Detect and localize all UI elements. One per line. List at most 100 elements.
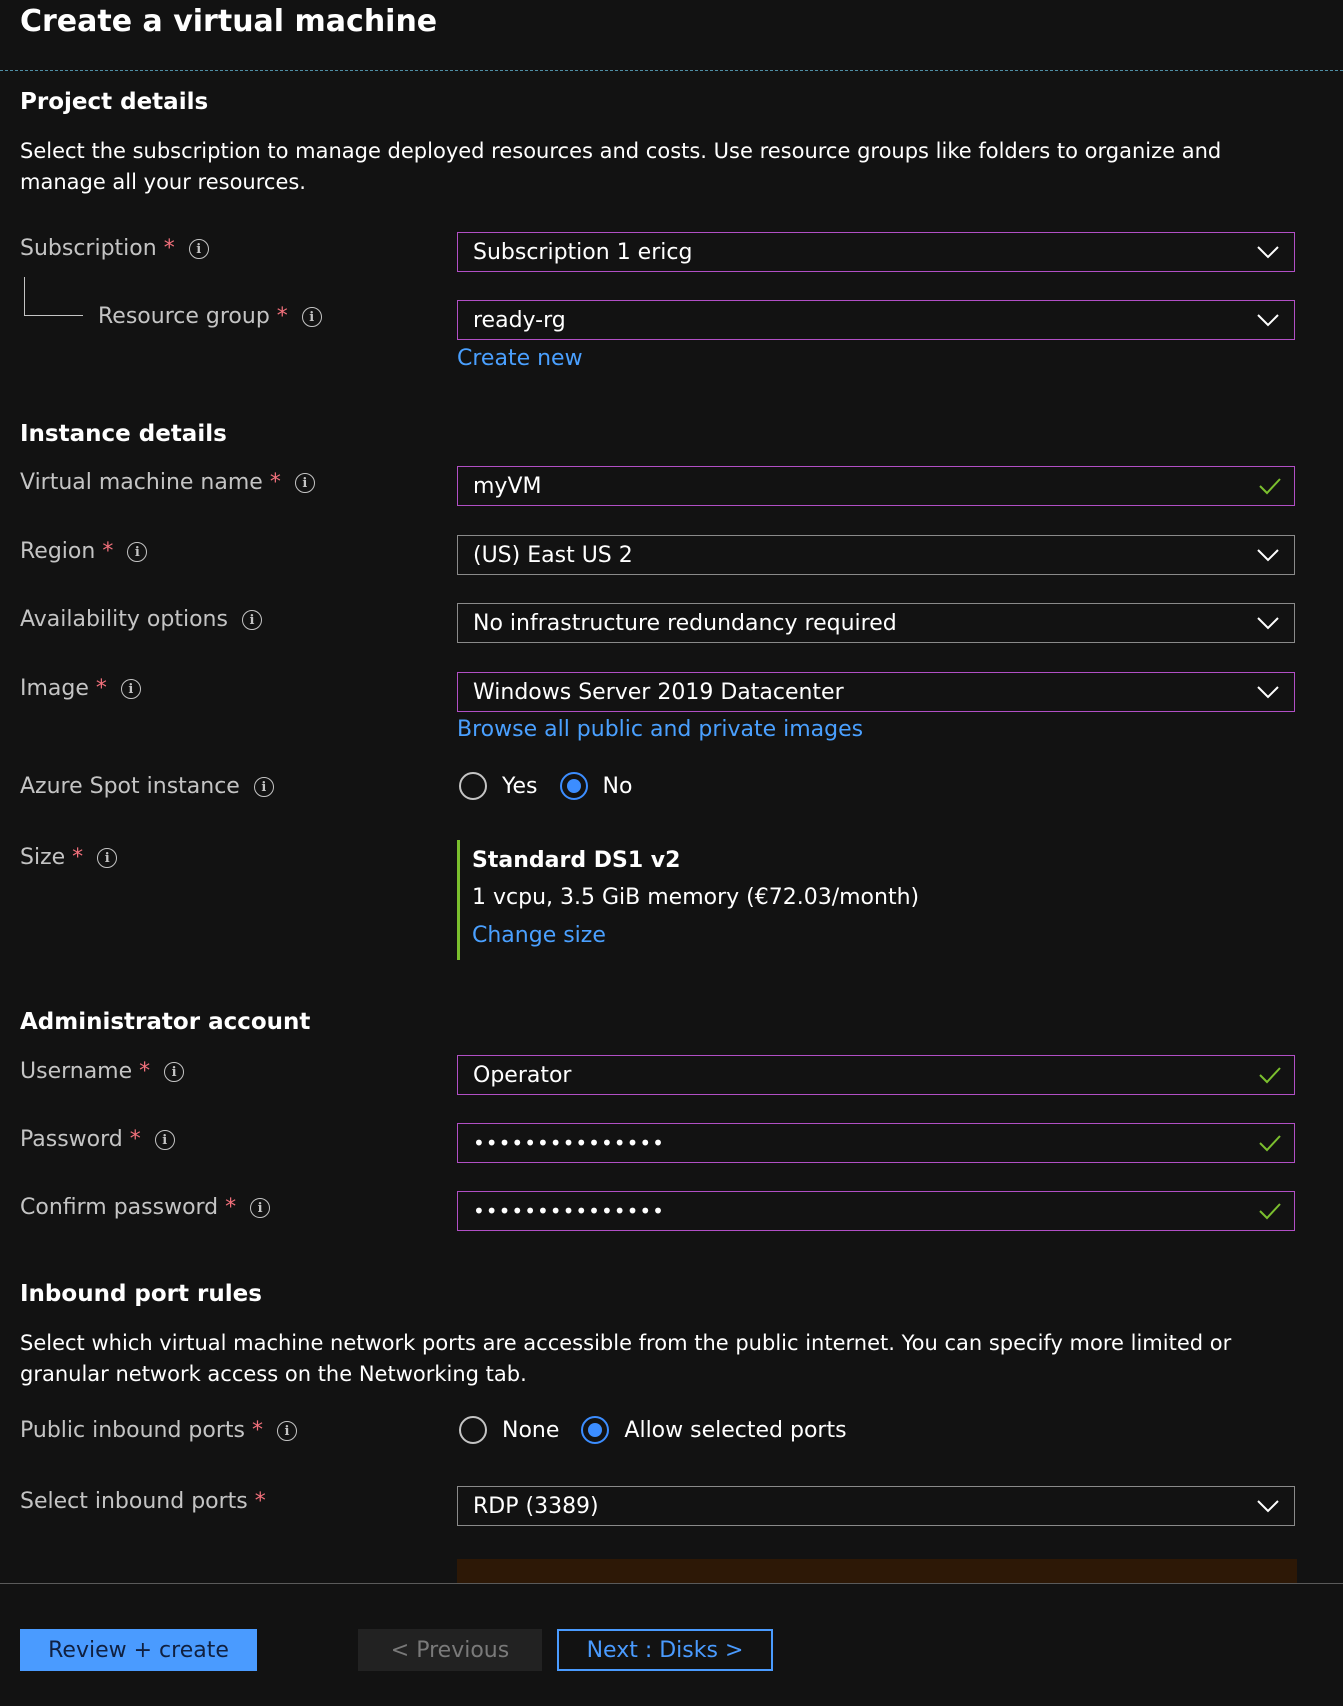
spot-instance-radio-group: Yes No <box>459 772 654 800</box>
image-label: Image * i <box>20 674 141 704</box>
spot-yes-radio[interactable] <box>459 772 487 800</box>
size-label-text: Size <box>20 845 66 870</box>
public-inbound-ports-radio-group: None Allow selected ports <box>459 1416 869 1444</box>
username-label: Username * i <box>20 1057 185 1087</box>
checkmark-icon <box>1256 1055 1284 1095</box>
availability-value: No infrastructure redundancy required <box>473 610 897 636</box>
username-input[interactable]: Operator <box>457 1055 1295 1095</box>
subscription-value: Subscription 1 ericg <box>473 239 693 265</box>
required-marker: * <box>139 1059 151 1084</box>
administrator-account-heading: Administrator account <box>20 1009 311 1035</box>
chevron-down-icon <box>1254 603 1282 643</box>
required-marker: * <box>129 1127 141 1152</box>
change-size-link[interactable]: Change size <box>472 921 606 951</box>
vm-name-label: Virtual machine name * i <box>20 468 315 498</box>
image-select[interactable]: Windows Server 2019 Datacenter <box>457 672 1295 712</box>
required-marker: * <box>95 676 107 701</box>
vm-name-label-text: Virtual machine name <box>20 470 263 495</box>
instance-details-heading: Instance details <box>20 421 227 447</box>
spot-yes-label: Yes <box>502 773 538 799</box>
resource-group-value: ready-rg <box>473 307 566 333</box>
info-icon[interactable]: i <box>241 610 262 630</box>
confirm-password-label: Confirm password * i <box>20 1193 271 1223</box>
ports-allow-radio[interactable] <box>581 1416 610 1444</box>
size-accent-bar <box>457 840 460 960</box>
spot-instance-label: Azure Spot instance i <box>20 772 274 802</box>
username-label-text: Username <box>20 1059 133 1084</box>
info-icon[interactable]: i <box>250 1198 271 1218</box>
region-label: Region * i <box>20 537 148 567</box>
subscription-label: Subscription * i <box>20 234 209 264</box>
previous-button[interactable]: < Previous <box>358 1629 542 1671</box>
create-new-link[interactable]: Create new <box>457 344 583 374</box>
info-icon[interactable]: i <box>120 679 141 699</box>
ports-none-radio[interactable] <box>459 1416 487 1444</box>
select-inbound-ports-label-text: Select inbound ports <box>20 1489 248 1514</box>
info-icon[interactable]: i <box>294 473 315 493</box>
info-icon[interactable]: i <box>164 1062 185 1082</box>
required-marker: * <box>254 1489 266 1514</box>
checkmark-icon <box>1256 1191 1284 1231</box>
confirm-password-value: ••••••••••••••• <box>473 1199 665 1223</box>
username-value: Operator <box>473 1062 572 1088</box>
next-disks-button[interactable]: Next : Disks > <box>557 1629 773 1671</box>
required-marker: * <box>163 236 175 261</box>
page-title: Create a virtual machine <box>20 4 438 39</box>
info-icon[interactable]: i <box>276 1421 297 1441</box>
size-label: Size * i <box>20 843 118 873</box>
spot-no-radio[interactable] <box>559 772 588 800</box>
info-icon[interactable]: i <box>301 307 322 327</box>
availability-select[interactable]: No infrastructure redundancy required <box>457 603 1295 643</box>
password-value: ••••••••••••••• <box>473 1131 665 1155</box>
checkmark-icon <box>1256 1123 1284 1163</box>
info-icon[interactable]: i <box>188 239 209 259</box>
info-icon[interactable]: i <box>127 542 148 562</box>
image-label-text: Image <box>20 676 89 701</box>
chevron-down-icon <box>1254 672 1282 712</box>
region-select[interactable]: (US) East US 2 <box>457 535 1295 575</box>
project-details-description: Select the subscription to manage deploy… <box>20 139 1222 194</box>
spot-no-label: No <box>602 773 633 799</box>
confirm-password-input[interactable]: ••••••••••••••• <box>457 1191 1295 1231</box>
ports-allow-label: Allow selected ports <box>624 1417 847 1443</box>
image-value: Windows Server 2019 Datacenter <box>473 679 844 705</box>
checkmark-icon <box>1256 466 1284 506</box>
password-label: Password * i <box>20 1125 175 1155</box>
resource-group-label-text: Resource group <box>98 304 270 329</box>
inbound-port-rules-heading: Inbound port rules <box>20 1281 262 1307</box>
availability-label: Availability options i <box>20 605 262 635</box>
resource-group-select[interactable]: ready-rg <box>457 300 1295 340</box>
info-icon[interactable]: i <box>97 848 118 868</box>
public-inbound-ports-label-text: Public inbound ports <box>20 1418 245 1443</box>
resource-group-label: Resource group * i <box>98 302 322 332</box>
select-inbound-ports-select[interactable]: RDP (3389) <box>457 1486 1295 1526</box>
chevron-down-icon <box>1254 1486 1282 1526</box>
review-create-button[interactable]: Review + create <box>20 1629 257 1671</box>
region-label-text: Region <box>20 539 96 564</box>
ports-none-label: None <box>502 1417 560 1443</box>
required-marker: * <box>102 539 114 564</box>
chevron-down-icon <box>1254 300 1282 340</box>
subscription-select[interactable]: Subscription 1 ericg <box>457 232 1295 272</box>
required-marker: * <box>269 470 281 495</box>
password-label-text: Password <box>20 1127 123 1152</box>
size-name: Standard DS1 v2 <box>472 848 681 873</box>
region-value: (US) East US 2 <box>473 542 633 568</box>
public-inbound-ports-label: Public inbound ports * i <box>20 1416 297 1446</box>
vm-name-input[interactable]: myVM <box>457 466 1295 506</box>
warning-banner <box>457 1559 1297 1583</box>
browse-images-link[interactable]: Browse all public and private images <box>457 715 863 745</box>
password-input[interactable]: ••••••••••••••• <box>457 1123 1295 1163</box>
confirm-password-label-text: Confirm password <box>20 1195 219 1220</box>
chevron-down-icon <box>1254 232 1282 272</box>
info-icon[interactable]: i <box>253 777 274 797</box>
vm-name-value: myVM <box>473 473 542 499</box>
inbound-port-rules-description: Select which virtual machine network por… <box>20 1331 1232 1386</box>
chevron-down-icon <box>1254 535 1282 575</box>
required-marker: * <box>72 845 84 870</box>
footer-bar: Review + create < Previous Next : Disks … <box>0 1583 1343 1706</box>
info-icon[interactable]: i <box>154 1130 175 1150</box>
availability-label-text: Availability options <box>20 607 228 632</box>
select-inbound-ports-value: RDP (3389) <box>473 1493 599 1519</box>
project-details-heading: Project details <box>20 89 209 115</box>
